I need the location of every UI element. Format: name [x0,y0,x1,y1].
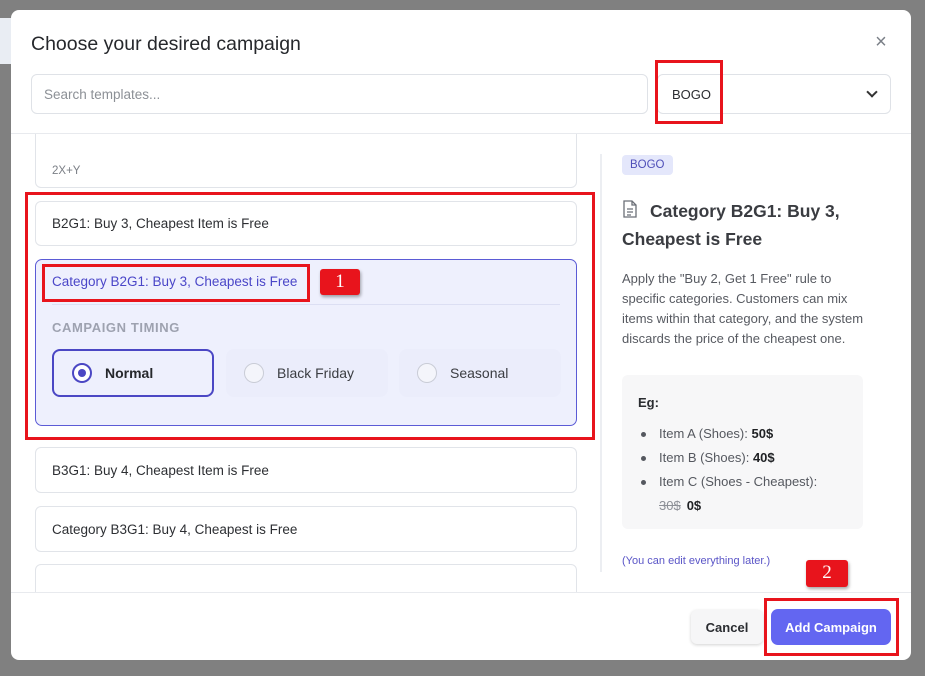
template-subtitle: 2X+Y [52,165,81,177]
example-item-price: 0$ [686,498,702,513]
template-card-partial[interactable] [35,564,577,592]
add-campaign-button[interactable]: Add Campaign [771,609,891,645]
close-icon[interactable]: × [873,32,889,52]
edit-note: (You can edit everything later.) [622,555,771,567]
modal-title: Choose your desired campaign [31,33,301,55]
campaign-modal: Choose your desired campaign × BOGO 2X+Y… [11,10,911,660]
radio-empty-icon [244,363,264,383]
template-list: 2X+Y B2G1: Buy 3, Cheapest Item is Free … [11,134,601,592]
category-badge: BOGO [622,155,673,175]
campaign-timing-label: CAMPAIGN TIMING [52,320,180,335]
scrollbar[interactable] [600,154,602,572]
example-item-price: 50$ [751,426,774,441]
preview-description: Apply the "Buy 2, Get 1 Free" rule to sp… [622,271,864,346]
template-card[interactable]: Category B3G1: Buy 4, Cheapest is Free [35,506,577,552]
footer-divider [11,592,911,593]
example-item: Item C (Shoes - Cheapest): 30$ 0$ [638,470,847,518]
template-card[interactable]: B2G1: Buy 3, Cheapest Item is Free [35,201,577,246]
template-label: Category B3G1: Buy 4, Cheapest is Free [52,521,298,537]
example-item: Item B (Shoes): 40$ [638,446,847,470]
timing-option-label: Normal [105,365,154,381]
card-divider [52,304,560,305]
radio-empty-icon [417,363,437,383]
annotation-marker-2: 2 [806,560,848,587]
preview-title: Category B2G1: Buy 3, Cheapest is Free [622,201,840,249]
cancel-button[interactable]: Cancel [691,610,763,644]
template-card[interactable]: B3G1: Buy 4, Cheapest Item is Free [35,447,577,493]
example-item-name: Item A (Shoes): [659,426,748,441]
timing-option-seasonal[interactable]: Seasonal [399,349,561,397]
example-item-name: Item C (Shoes - Cheapest): [659,474,818,489]
template-label: B3G1: Buy 4, Cheapest Item is Free [52,462,269,478]
example-box: Eg: Item A (Shoes): 50$ Item B (Shoes): … [622,375,863,529]
example-label: Eg: [638,395,659,410]
example-item-old-price: 30$ [659,498,681,513]
timing-option-label: Black Friday [277,365,355,381]
timing-option-label: Seasonal [450,365,509,381]
timing-option-normal[interactable]: Normal [52,349,214,397]
category-select[interactable]: BOGO [657,74,891,114]
example-item: Item A (Shoes): 50$ [638,422,847,446]
annotation-marker-1: 1 [320,269,360,295]
example-list: Item A (Shoes): 50$ Item B (Shoes): 40$ … [638,422,847,518]
template-card-selected[interactable]: Category B2G1: Buy 3, Cheapest is Free C… [35,259,577,426]
example-item-name: Item B (Shoes): [659,450,750,465]
template-label-selected: Category B2G1: Buy 3, Cheapest is Free [52,274,298,289]
template-label: B2G1: Buy 3, Cheapest Item is Free [52,216,269,231]
template-card-partial[interactable]: 2X+Y [35,134,577,188]
category-select-value: BOGO [672,86,712,102]
radio-selected-icon [72,363,92,383]
chevron-down-icon [866,85,878,98]
timing-option-black-friday[interactable]: Black Friday [226,349,388,397]
example-item-price: 40$ [752,450,775,465]
search-input[interactable] [31,74,648,114]
